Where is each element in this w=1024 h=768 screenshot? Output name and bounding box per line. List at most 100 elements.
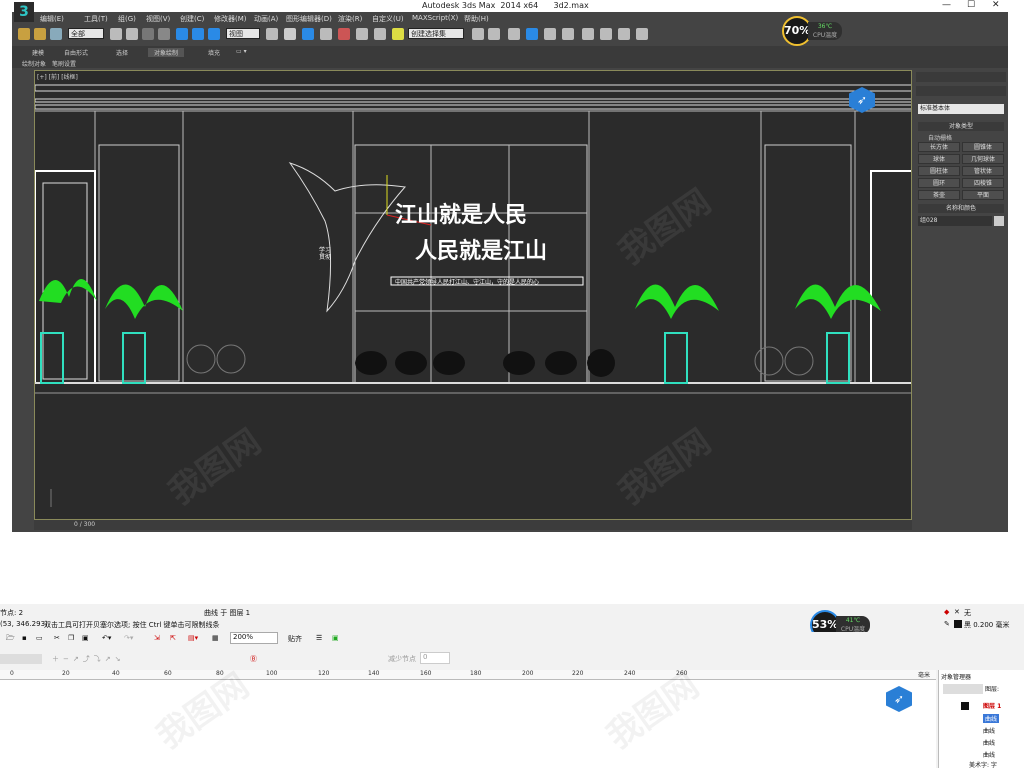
save-icon[interactable]: ▪ <box>22 634 27 642</box>
torus-button[interactable]: 圆环 <box>918 178 960 188</box>
sphere-button[interactable]: 球体 <box>918 154 960 164</box>
select-by-name-icon[interactable] <box>126 28 138 40</box>
snaps-toggle-icon[interactable] <box>320 28 332 40</box>
menu-maxscript[interactable]: MAXScript(X) <box>412 14 458 22</box>
welcome-screen-icon[interactable]: ▣ <box>332 634 339 642</box>
pyramid-button[interactable]: 四棱锥 <box>962 178 1004 188</box>
menu-customize[interactable]: 自定义(U) <box>372 14 404 24</box>
menu-edit[interactable]: 编辑(E) <box>40 14 64 24</box>
cylinder-button[interactable]: 圆柱体 <box>918 166 960 176</box>
menu-rendering[interactable]: 渲染(R) <box>338 14 362 24</box>
align-icon[interactable] <box>488 28 500 40</box>
curve-smoothness-input[interactable]: 0 <box>420 652 450 664</box>
teapot-button[interactable]: 茶壶 <box>918 190 960 200</box>
spinner-snap-icon[interactable] <box>374 28 386 40</box>
tab-freeform[interactable]: 自由形式 <box>64 48 88 57</box>
angle-snap-icon[interactable] <box>338 28 350 40</box>
front-viewport[interactable]: [+] [前] [线框] 江山就是人民 人民就是江山 中国共产党领导人民打江山、… <box>34 70 912 520</box>
tab-object-paint[interactable]: 对象绘制 <box>148 48 185 57</box>
reference-coord-dropdown[interactable]: 视图 <box>226 28 260 39</box>
menu-views[interactable]: 视图(V) <box>146 14 170 24</box>
pivot-center-icon[interactable] <box>266 28 278 40</box>
menu-create[interactable]: 创建(C) <box>180 14 204 24</box>
viewport-label[interactable]: [+] [前] [线框] <box>37 72 78 81</box>
undo-icon[interactable]: ↶▾ <box>102 634 111 642</box>
layer-manager-icon[interactable] <box>508 28 520 40</box>
named-selection-dropdown[interactable]: 创建选择集 <box>408 28 464 39</box>
node-selection-mode[interactable] <box>0 654 42 664</box>
select-manipulate-icon[interactable] <box>284 28 296 40</box>
mirror-icon[interactable] <box>472 28 484 40</box>
render-production-icon[interactable] <box>636 28 648 40</box>
schematic-view-icon[interactable] <box>562 28 574 40</box>
tab-populate[interactable]: 填充 <box>208 48 220 57</box>
graphite-toggle-icon[interactable] <box>526 28 538 40</box>
rect-selection-icon[interactable] <box>142 28 154 40</box>
object-item[interactable]: 曲线 <box>983 750 995 759</box>
export-icon[interactable]: ⇱ <box>170 634 176 642</box>
menu-animation[interactable]: 动画(A) <box>254 14 278 24</box>
ribbon-minimize-icon[interactable]: ▭ ▾ <box>236 48 247 55</box>
horizontal-ruler[interactable]: 0 20 40 60 80 100 120 140 160 180 200 22… <box>0 670 936 680</box>
reverse-direction-icon[interactable]: Ⓑ <box>250 654 257 664</box>
menu-graph-editors[interactable]: 图形编辑器(D) <box>286 14 332 24</box>
object-item[interactable]: 曲线 <box>983 738 995 747</box>
close-button[interactable]: ✕ <box>992 0 1000 10</box>
menu-help[interactable]: 帮助(H) <box>464 14 489 24</box>
object-type-rollout[interactable]: 对象类型 <box>918 122 1004 131</box>
select-scale-icon[interactable] <box>208 28 220 40</box>
tab-modeling[interactable]: 建模 <box>32 48 44 57</box>
select-move-icon[interactable] <box>176 28 188 40</box>
rendered-frame-icon[interactable] <box>618 28 630 40</box>
options-icon[interactable]: ☰ <box>316 634 322 642</box>
tube-button[interactable]: 管状体 <box>962 166 1004 176</box>
tab-selection[interactable]: 选择 <box>116 48 128 57</box>
command-panel-tabs[interactable] <box>916 72 1006 82</box>
brush-settings-label[interactable]: 笔刷设置 <box>52 59 76 68</box>
object-name-field[interactable]: 组028 <box>918 216 992 226</box>
geosphere-button[interactable]: 几何球体 <box>962 154 1004 164</box>
redo-icon[interactable]: ↷▾ <box>124 634 133 642</box>
object-item[interactable]: 曲线 <box>983 726 995 735</box>
edit-named-selection-icon[interactable] <box>392 28 404 40</box>
copy-icon[interactable]: ❐ <box>68 634 74 642</box>
node-edit-tools[interactable]: ＋−↗⤴⤵↗↘ <box>52 654 124 664</box>
object-item-selected[interactable]: 曲线 <box>983 714 1000 723</box>
unlink-icon[interactable] <box>34 28 46 40</box>
reduce-nodes-button[interactable]: 减少节点 <box>388 654 416 664</box>
select-object-icon[interactable] <box>110 28 122 40</box>
import-icon[interactable]: ⇲ <box>154 634 160 642</box>
zoom-level-dropdown[interactable]: 200% <box>230 632 278 644</box>
layer-name[interactable]: 图层 1 <box>983 701 1001 710</box>
app-logo-icon[interactable]: 3 <box>14 2 34 22</box>
maximize-button[interactable]: ☐ <box>967 0 975 10</box>
object-item[interactable]: 美术字: 字 <box>969 760 997 768</box>
minimize-button[interactable]: — <box>942 0 951 10</box>
primitive-type-dropdown[interactable]: 标准基本体 <box>918 104 1004 114</box>
drawing-canvas[interactable]: ➶ <box>0 680 936 768</box>
cone-button[interactable]: 圆锥体 <box>962 142 1004 152</box>
selection-filter-dropdown[interactable]: 全部 <box>68 28 104 39</box>
autogrid-checkbox[interactable]: 自动栅格 <box>928 133 952 142</box>
paste-icon[interactable]: ▣ <box>82 634 89 642</box>
curve-editor-icon[interactable] <box>544 28 556 40</box>
keyboard-shortcut-icon[interactable] <box>302 28 314 40</box>
box-button[interactable]: 长方体 <box>918 142 960 152</box>
snap-to-dropdown[interactable]: 贴齐 <box>288 634 302 644</box>
object-manager-view-icons[interactable] <box>943 684 983 694</box>
percent-snap-icon[interactable] <box>356 28 368 40</box>
open-icon[interactable]: 🗁 <box>6 634 15 645</box>
link-icon[interactable] <box>18 28 30 40</box>
name-color-rollout[interactable]: 名称和颜色 <box>918 204 1004 213</box>
paint-objects-label[interactable]: 绘制对象 <box>22 59 46 68</box>
menu-modifiers[interactable]: 修改器(M) <box>214 14 247 24</box>
time-slider[interactable]: 0 / 300 <box>34 520 912 530</box>
plane-button[interactable]: 平面 <box>962 190 1004 200</box>
menu-group[interactable]: 组(G) <box>118 14 136 24</box>
app-launcher-icon[interactable]: ▦ <box>212 634 219 642</box>
window-crossing-icon[interactable] <box>158 28 170 40</box>
bind-spacewarp-icon[interactable] <box>50 28 62 40</box>
print-icon[interactable]: ▭ <box>36 634 43 642</box>
menu-tools[interactable]: 工具(T) <box>84 14 108 24</box>
create-category-icons[interactable] <box>916 86 1006 96</box>
